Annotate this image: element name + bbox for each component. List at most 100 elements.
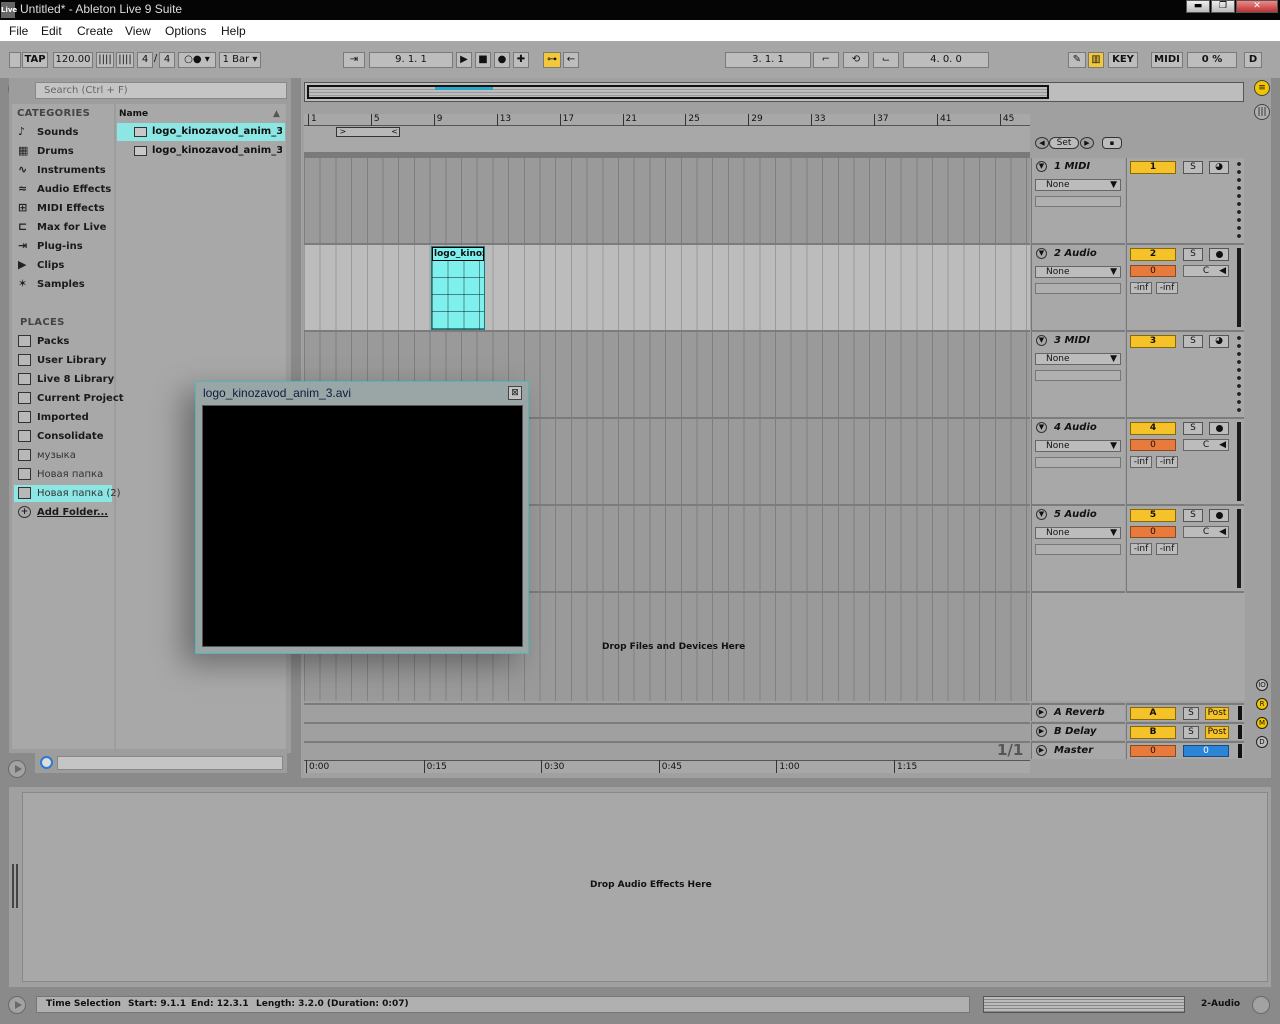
track-volume[interactable]: 0 [1130,265,1176,277]
track-name[interactable]: Master [1054,745,1093,756]
track-name[interactable]: A Reverb [1054,707,1105,718]
solo-button[interactable]: S [1183,422,1203,435]
view-toggle-icon[interactable]: ||| [1254,104,1270,120]
arm-midi-icon[interactable]: ◕ [1209,335,1229,348]
category-item[interactable]: ▦ Drums [18,143,112,160]
solo-button[interactable]: S [1183,707,1199,720]
minimize-button[interactable]: ▬ [1186,0,1210,13]
close-button[interactable]: ✕ [1236,0,1278,13]
device-overview[interactable] [983,996,1185,1013]
place-item[interactable]: Packs [14,333,112,350]
automation-arm-icon[interactable]: ⊶ [543,52,561,68]
input-channel-select[interactable] [1035,283,1121,294]
video-window-close-icon[interactable]: ⊠ [508,386,522,400]
fold-track-icon[interactable]: ▼ [1036,161,1047,172]
track-header[interactable]: ▼ 2 Audio None ▼ [1031,245,1125,332]
nudge-up-button[interactable]: |||| [116,52,134,68]
track-activator-button[interactable]: 3 [1130,335,1176,348]
place-item[interactable]: музыка [14,447,112,464]
return-activator-button[interactable]: A [1130,707,1176,720]
loop-length-field[interactable]: 4. 0. 0 [903,52,989,68]
file-item[interactable]: logo_kinozavod_anim_3.... [117,142,285,160]
loop-brace[interactable]: > < [336,127,400,137]
track-name[interactable]: 1 MIDI [1054,161,1090,172]
record-icon[interactable]: ● [494,52,510,68]
ext-sync-button[interactable] [9,52,21,68]
fold-track-icon[interactable]: ▼ [1036,335,1047,346]
track-name[interactable]: 5 Audio [1054,509,1097,520]
arm-record-icon[interactable] [1209,248,1229,261]
expand-track-icon[interactable]: ▶ [1036,745,1047,756]
input-type-select[interactable]: None ▼ [1035,440,1121,452]
place-item[interactable]: Consolidate [14,428,112,445]
next-locator-icon[interactable]: ▶ [1080,137,1094,149]
track-volume[interactable]: 0 [1130,439,1176,451]
midi-map-button[interactable]: MIDI [1151,52,1183,68]
master-volume[interactable]: 0 [1130,745,1176,757]
detail-toggle-button[interactable] [1252,996,1270,1014]
place-item[interactable]: Live 8 Library [14,371,114,388]
track-header[interactable]: ▼ 1 MIDI None ▼ [1031,158,1125,245]
track-pan[interactable]: C ◀ [1183,526,1229,538]
track-name[interactable]: 4 Audio [1054,422,1097,433]
track-activator-button[interactable]: 4 [1130,422,1176,435]
beat-ruler[interactable] [304,114,1030,126]
pre-post-toggle[interactable]: Post [1205,726,1229,739]
punch-out-icon[interactable]: ⌙ [873,52,899,68]
stop-icon[interactable]: ■ [475,52,491,68]
input-channel-select[interactable] [1035,544,1121,555]
category-item[interactable]: ▶ Clips [18,257,112,274]
track-header[interactable]: ▼ 4 Audio None ▼ [1031,419,1125,506]
signature-numerator[interactable]: 4 [137,52,153,68]
maximize-button[interactable]: ❐ [1211,0,1235,13]
input-channel-select[interactable] [1035,196,1121,207]
track-activator-button[interactable]: 1 [1130,161,1176,174]
key-map-button[interactable]: KEY [1108,52,1138,68]
return-header[interactable]: ▶ A Reverb [1031,703,1125,721]
category-item[interactable]: ⇥ Plug-ins [18,238,112,255]
return-lane[interactable] [304,703,1030,721]
solo-button[interactable]: S [1183,509,1203,522]
track-volume[interactable]: 0 [1130,526,1176,538]
loop-start-field[interactable]: 3. 1. 1 [725,52,811,68]
sort-arrow-icon[interactable]: ▲ [273,109,280,119]
solo-button[interactable]: S [1183,726,1199,739]
category-item[interactable]: ⊞ MIDI Effects [18,200,112,217]
quantize-menu[interactable]: 1 Bar ▾ [219,52,261,68]
input-type-select[interactable]: None ▼ [1035,179,1121,191]
tempo-field[interactable]: 120.00 [53,52,93,68]
pre-post-toggle[interactable]: Post [1205,707,1229,720]
overview-menu-icon[interactable]: ≡ [1254,80,1270,96]
punch-in-icon[interactable]: ⌐ [813,52,839,68]
place-item[interactable]: Current Project [14,390,124,407]
place-item[interactable]: User Library [14,352,112,369]
track-name[interactable]: 3 MIDI [1054,335,1090,346]
overview-bar[interactable] [304,82,1244,102]
track-header[interactable]: ▼ 5 Audio None ▼ [1031,506,1125,593]
solo-button[interactable]: S [1183,248,1203,261]
play-icon[interactable]: ▶ [456,52,472,68]
follow-button[interactable]: ⇥ [343,52,365,68]
lock-icon[interactable]: ▪ [1102,137,1122,149]
device-scroll-handle[interactable] [12,864,18,908]
place-item[interactable]: Новая папка [14,466,112,483]
menu-options[interactable]: Options [165,24,206,38]
return-activator-button[interactable]: B [1130,726,1176,739]
input-type-select[interactable]: None ▼ [1035,266,1121,278]
loop-switch-icon[interactable]: ⟲ [843,52,869,68]
preview-waveform[interactable] [57,756,283,770]
overdub-icon[interactable]: ✚ [513,52,529,68]
master-header[interactable]: ▶ Master [1031,741,1125,759]
track-name[interactable]: B Delay [1054,726,1097,737]
menu-view[interactable]: View [125,24,151,38]
place-item[interactable]: Imported [14,409,112,426]
preview-headphones-icon[interactable] [40,756,53,769]
arrangement-position[interactable]: 9. 1. 1 [369,52,453,68]
track-header[interactable]: ▼ 3 MIDI None ▼ [1031,332,1125,419]
menu-edit[interactable]: Edit [41,24,62,38]
place-item[interactable]: Новая папка (2) [14,485,121,502]
browser-search-input[interactable]: Search (Ctrl + F) [35,82,287,99]
signature-denominator[interactable]: 4 [159,52,175,68]
fold-track-icon[interactable]: ▼ [1036,422,1047,433]
back-to-arrangement-icon[interactable]: ← [563,52,579,68]
